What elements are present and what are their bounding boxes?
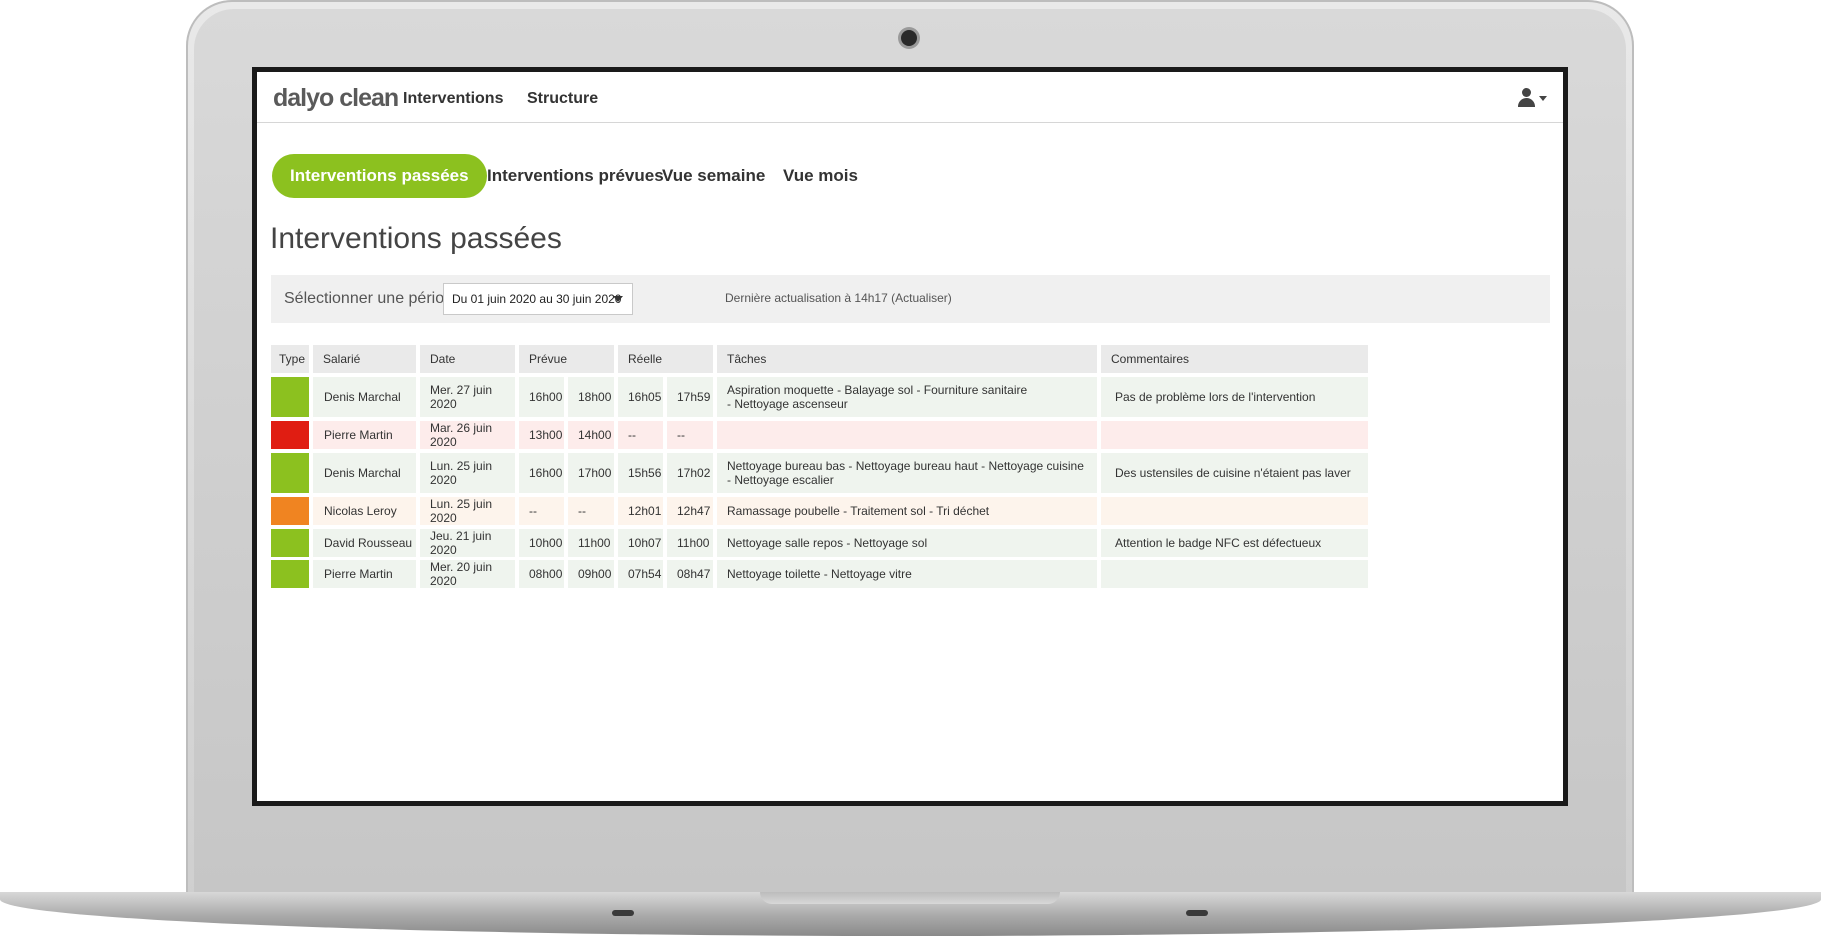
cell-taches: Ramassage poubelle - Traitement sol - Tr… [717, 497, 1097, 525]
cell-reelle-debut: 10h07 [618, 529, 663, 557]
cell-reelle-fin: -- [667, 421, 713, 449]
cell-reelle-fin: 08h47 [667, 560, 713, 588]
status-indicator [271, 529, 309, 557]
laptop-foot [1186, 910, 1208, 916]
status-indicator [271, 497, 309, 525]
cell-reelle-fin: 11h00 [667, 529, 713, 557]
task-line: - Nettoyage ascenseur [727, 397, 848, 411]
cell-commentaire: Pas de problème lors de l'intervention [1101, 377, 1368, 417]
cell-prevue-fin: 11h00 [568, 529, 614, 557]
cell-prevue-debut: -- [519, 497, 564, 525]
task-line: - Nettoyage escalier [727, 473, 834, 487]
logo: dalyo clean [273, 84, 399, 112]
tab-interventions-passees[interactable]: Interventions passées [272, 154, 487, 198]
header-reelle: Réelle [618, 345, 713, 373]
caret-down-icon [1539, 96, 1547, 101]
user-menu[interactable] [1517, 88, 1547, 110]
tab-vue-mois[interactable]: Vue mois [783, 154, 858, 198]
laptop-foot [612, 910, 634, 916]
user-icon-body [1518, 98, 1535, 107]
cell-salarie: Denis Marchal [313, 377, 416, 417]
cell-reelle-debut: 15h56 [618, 453, 663, 493]
task-line: Nettoyage salle repos - Nettoyage sol [727, 536, 928, 550]
cell-reelle-debut: 12h01 [618, 497, 663, 525]
cell-salarie: Nicolas Leroy [313, 497, 416, 525]
cell-salarie: Pierre Martin [313, 560, 416, 588]
cell-prevue-debut: 16h00 [519, 453, 564, 493]
cell-taches: Aspiration moquette - Balayage sol - Fou… [717, 377, 1097, 417]
nav-structure[interactable]: Structure [527, 90, 598, 108]
cell-reelle-fin: 12h47 [667, 497, 713, 525]
cell-taches: Nettoyage salle repos - Nettoyage sol [717, 529, 1097, 557]
cell-prevue-fin: -- [568, 497, 614, 525]
task-line: Aspiration moquette - Balayage sol - Fou… [727, 383, 1028, 397]
refresh-link[interactable]: Dernière actualisation à 14h17 (Actualis… [725, 291, 952, 305]
page-title: Interventions passées [270, 222, 562, 255]
task-line: Nettoyage bureau bas - Nettoyage bureau … [727, 459, 1084, 473]
cell-commentaire [1101, 421, 1368, 449]
user-icon [1522, 88, 1531, 97]
cell-date: Mer. 27 juin 2020 [420, 377, 515, 417]
cell-reelle-debut: -- [618, 421, 663, 449]
header-type: Type [271, 345, 309, 373]
chevron-down-icon [613, 296, 623, 302]
top-navbar: dalyo clean Interventions Structure [257, 72, 1563, 123]
cell-commentaire: Des ustensiles de cuisine n'étaient pas … [1101, 453, 1368, 493]
status-indicator [271, 377, 309, 417]
header-date: Date [420, 345, 515, 373]
cell-taches: Nettoyage toilette - Nettoyage vitre [717, 560, 1097, 588]
cell-reelle-debut: 07h54 [618, 560, 663, 588]
cell-prevue-debut: 16h00 [519, 377, 564, 417]
cell-commentaire [1101, 560, 1368, 588]
cell-prevue-fin: 18h00 [568, 377, 614, 417]
cell-prevue-debut: 10h00 [519, 529, 564, 557]
cell-commentaire: Attention le badge NFC est défectueux [1101, 529, 1368, 557]
filter-bar: Sélectionner une période : Du 01 juin 20… [271, 275, 1550, 323]
cell-date: Jeu. 21 juin 2020 [420, 529, 515, 557]
header-prevue: Prévue [519, 345, 614, 373]
laptop-notch [760, 892, 1060, 904]
cell-commentaire [1101, 497, 1368, 525]
header-salarie: Salarié [313, 345, 416, 373]
cell-date: Mar. 26 juin 2020 [420, 421, 515, 449]
period-select[interactable]: Du 01 juin 2020 au 30 juin 2020 [443, 283, 633, 315]
cell-reelle-fin: 17h02 [667, 453, 713, 493]
task-line: Ramassage poubelle - Traitement sol - Tr… [727, 504, 990, 518]
status-indicator [271, 421, 309, 449]
cell-prevue-debut: 13h00 [519, 421, 564, 449]
nav-interventions[interactable]: Interventions [403, 90, 503, 108]
status-indicator [271, 560, 309, 588]
status-indicator [271, 453, 309, 493]
webcam-icon [901, 30, 917, 46]
cell-salarie: Denis Marchal [313, 453, 416, 493]
cell-taches [717, 421, 1097, 449]
cell-salarie: Pierre Martin [313, 421, 416, 449]
cell-prevue-fin: 17h00 [568, 453, 614, 493]
cell-date: Lun. 25 juin 2020 [420, 497, 515, 525]
cell-date: Lun. 25 juin 2020 [420, 453, 515, 493]
period-value: Du 01 juin 2020 au 30 juin 2020 [452, 292, 622, 306]
tab-interventions-prevues[interactable]: Interventions prévues [487, 154, 664, 198]
cell-reelle-fin: 17h59 [667, 377, 713, 417]
cell-salarie: David Rousseau [313, 529, 416, 557]
header-commentaires: Commentaires [1101, 345, 1368, 373]
cell-date: Mer. 20 juin 2020 [420, 560, 515, 588]
cell-taches: Nettoyage bureau bas - Nettoyage bureau … [717, 453, 1097, 493]
screen: dalyo clean Interventions Structure Inte… [257, 72, 1563, 801]
cell-prevue-fin: 09h00 [568, 560, 614, 588]
cell-prevue-fin: 14h00 [568, 421, 614, 449]
cell-prevue-debut: 08h00 [519, 560, 564, 588]
cell-reelle-debut: 16h05 [618, 377, 663, 417]
task-line: Nettoyage toilette - Nettoyage vitre [727, 567, 912, 581]
header-taches: Tâches [717, 345, 1097, 373]
tab-vue-semaine[interactable]: Vue semaine [662, 154, 765, 198]
